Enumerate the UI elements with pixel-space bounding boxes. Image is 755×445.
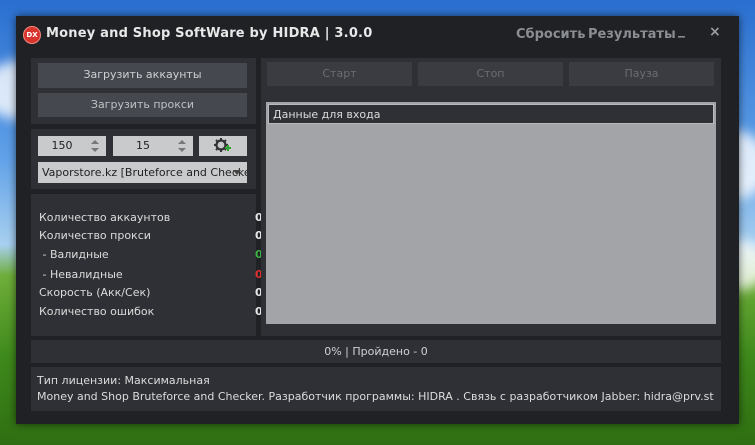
reset-button[interactable]: Сбросить (516, 27, 585, 42)
app-window: DX Money and Shop SoftWare by HIDRA | 3.… (16, 16, 739, 424)
start-button[interactable]: Старт (267, 62, 412, 86)
threads-arrows[interactable] (86, 136, 106, 156)
minimize-button[interactable]: _ (678, 22, 685, 38)
stat-accounts-label: Количество аккаунтов (39, 211, 171, 224)
chevron-down-icon[interactable] (233, 170, 241, 175)
stat-errors-label: Количество ошибок (39, 305, 155, 318)
progress-status: 0% | Пройдено - 0 (31, 340, 721, 363)
stat-valid-label: - Валидные (39, 248, 109, 261)
results-button[interactable]: Результаты (588, 27, 676, 42)
stats-panel: Количество аккаунтов 0 Количество прокси… (31, 194, 263, 336)
timeout-value[interactable]: 15 (113, 136, 173, 156)
stat-invalid-label: - Невалидные (39, 268, 123, 281)
timeout-arrows[interactable] (173, 136, 193, 156)
stat-proxies-label: Количество прокси (39, 229, 151, 242)
developer-info: Money and Shop Bruteforce and Checker. Р… (37, 390, 714, 403)
stat-speed-label: Скорость (Акк/Сек) (39, 286, 151, 299)
arrow-up-icon[interactable] (178, 140, 186, 144)
title-bar[interactable]: DX Money and Shop SoftWare by HIDRA | 3.… (16, 16, 739, 54)
load-proxies-button[interactable]: Загрузить прокси (38, 93, 247, 117)
stop-button[interactable]: Стоп (418, 62, 563, 86)
app-logo-icon: DX (23, 26, 41, 44)
arrow-down-icon[interactable] (91, 148, 99, 152)
pause-button[interactable]: Пауза (569, 62, 714, 86)
arrow-up-icon[interactable] (91, 140, 99, 144)
load-accounts-button[interactable]: Загрузить аккаунты (38, 63, 247, 88)
info-panel: Тип лицензии: Максимальная Money and Sho… (31, 367, 721, 411)
load-panel: Загрузить аккаунты Загрузить прокси (31, 58, 256, 124)
settings-gear-button[interactable] (199, 136, 247, 156)
config-dropdown[interactable]: Vaporstore.kz [Bruteforce and Checke (38, 162, 247, 183)
timeout-stepper[interactable]: 15 (113, 136, 193, 156)
close-button[interactable]: × (709, 24, 721, 40)
gear-add-icon (214, 138, 231, 152)
arrow-down-icon[interactable] (178, 148, 186, 152)
window-title: Money and Shop SoftWare by HIDRA | 3.0.0 (46, 26, 373, 41)
main-panel: Старт Стоп Пауза Данные для входа (261, 58, 721, 336)
results-list[interactable]: Данные для входа (266, 102, 716, 324)
license-info: Тип лицензии: Максимальная (37, 374, 210, 387)
results-list-header[interactable]: Данные для входа (268, 104, 714, 124)
threads-value[interactable]: 150 (38, 136, 86, 156)
threads-stepper[interactable]: 150 (38, 136, 106, 156)
config-selected-value: Vaporstore.kz [Bruteforce and Checke (42, 166, 247, 179)
settings-panel: 150 15 Vaporstore.kz [Bruteforce and Che… (31, 129, 256, 189)
